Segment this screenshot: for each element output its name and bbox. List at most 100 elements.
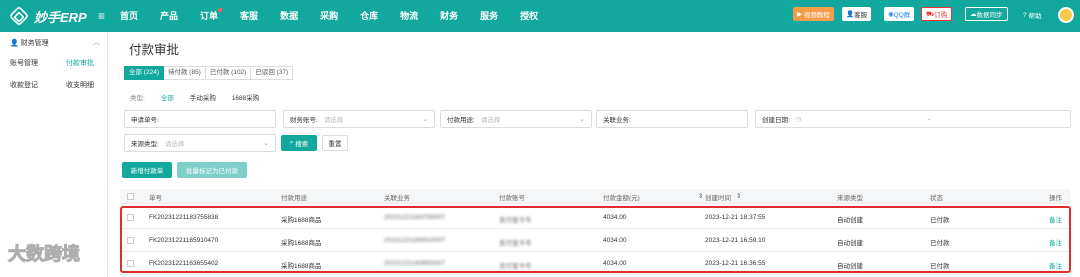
cell-business: 20231221163655007 bbox=[384, 260, 445, 267]
avatar[interactable] bbox=[1058, 7, 1074, 23]
cell-business: 20231221183755007 bbox=[384, 214, 445, 221]
nav-logistics[interactable]: 物流 bbox=[400, 0, 418, 32]
row-checkbox[interactable] bbox=[127, 237, 134, 244]
create-date-range[interactable]: 创建日期: ◷ - bbox=[755, 110, 1071, 128]
source-type-label: 来源类型: bbox=[131, 141, 159, 148]
nav-authorization[interactable]: 授权 bbox=[520, 0, 538, 32]
cell-no: FK20231221183755838 bbox=[149, 214, 219, 221]
related-business-field[interactable]: 关联业务: bbox=[596, 110, 748, 128]
finance-account-select[interactable]: 财务账号: 请选择 ⌄ bbox=[283, 110, 435, 128]
col-amount[interactable]: 付款金额(元) bbox=[603, 192, 640, 202]
cell-status: 已付款 bbox=[930, 263, 950, 270]
col-status: 状态 bbox=[930, 195, 943, 202]
nav-orders[interactable]: 订单 bbox=[200, 0, 223, 32]
cell-time: 2023-12-21 16:59:10 bbox=[705, 237, 766, 244]
cell-amount: 4034.00 bbox=[603, 214, 627, 221]
cell-business: 20231221165910007 bbox=[384, 237, 445, 244]
cell-account: 支付宝卡号 bbox=[499, 263, 532, 270]
tab-paid[interactable]: 已付款 (102) bbox=[205, 66, 252, 80]
user-icon: 👤 bbox=[846, 11, 855, 18]
type-option-all[interactable]: 全部 bbox=[161, 92, 174, 102]
search-icon: ⌕ bbox=[289, 139, 294, 146]
related-business-label: 关联业务: bbox=[603, 117, 631, 124]
nav-data[interactable]: 数据 bbox=[280, 0, 298, 32]
search-button[interactable]: ⌕ 搜索 bbox=[281, 135, 317, 151]
nav-warehouse[interactable]: 仓库 bbox=[360, 0, 378, 32]
col-account: 付款账号 bbox=[499, 195, 525, 202]
table-row: FK20231221163655402 采购1688商品 20231221163… bbox=[120, 253, 1070, 275]
apply-no-field[interactable]: 申请单号: bbox=[124, 110, 276, 128]
qq-group-button[interactable]: ◉ QQ群 bbox=[884, 7, 915, 21]
tab-rejected[interactable]: 已驳回 (37) bbox=[251, 66, 294, 80]
nav-products[interactable]: 产品 bbox=[160, 0, 178, 32]
source-type-placeholder: 请选择 bbox=[164, 141, 185, 148]
cell-amount: 4034.00 bbox=[603, 260, 627, 267]
row-checkbox[interactable] bbox=[127, 214, 134, 221]
nav-service[interactable]: 服务 bbox=[480, 0, 498, 32]
tab-all[interactable]: 全部 (224) bbox=[124, 66, 164, 80]
remark-link[interactable]: 备注 bbox=[1049, 214, 1062, 224]
data-sync-button[interactable]: ☁ 数据同步 bbox=[965, 7, 1008, 21]
nav-purchase[interactable]: 采购 bbox=[320, 0, 338, 32]
select-all-checkbox[interactable] bbox=[127, 193, 134, 200]
sidebar-item-payment-approval[interactable]: 付款审批 bbox=[66, 58, 94, 68]
cell-purpose: 采购1688商品 bbox=[281, 240, 322, 247]
sidebar-item-income-expense[interactable]: 收支明细 bbox=[66, 80, 94, 90]
type-option-manual[interactable]: 手动采购 bbox=[190, 92, 216, 102]
col-source: 来源类型 bbox=[837, 195, 863, 202]
nav-finance[interactable]: 财务 bbox=[440, 0, 458, 32]
row-checkbox[interactable] bbox=[127, 260, 134, 267]
payment-purpose-select[interactable]: 付款用途: 请选择 ⌄ bbox=[440, 110, 592, 128]
help-button[interactable]: ? 帮助 bbox=[1023, 7, 1041, 23]
date-separator: - bbox=[928, 115, 931, 123]
cell-no: FK20231221163655402 bbox=[149, 260, 219, 267]
order-button[interactable]: ⛟ 订购 bbox=[921, 7, 953, 21]
col-business: 关联业务 bbox=[384, 195, 410, 202]
table-row: FK20231221165910470 采购1688商品 20231221165… bbox=[120, 230, 1070, 252]
create-date-label: 创建日期: bbox=[762, 117, 790, 124]
chevron-down-icon: ⌄ bbox=[263, 140, 269, 147]
qq-group-label: QQ群 bbox=[893, 12, 911, 19]
cell-source: 自动创建 bbox=[837, 263, 863, 270]
col-sort-icon[interactable]: ⇕ bbox=[698, 192, 703, 200]
add-payment-button[interactable]: 新增付款单 bbox=[122, 162, 172, 178]
sort-icon[interactable]: ⇕ bbox=[736, 192, 741, 200]
customer-service-button[interactable]: 👤 客服 bbox=[842, 7, 872, 21]
finance-account-label: 财务账号: bbox=[290, 117, 318, 124]
apply-no-label: 申请单号: bbox=[131, 117, 159, 124]
source-type-select[interactable]: 来源类型: 请选择 ⌄ bbox=[124, 134, 276, 152]
logo[interactable]: 妙手ERP bbox=[8, 5, 87, 27]
nav-customer-service[interactable]: 客服 bbox=[240, 0, 258, 32]
col-time[interactable]: 创建时间 bbox=[705, 192, 731, 202]
hamburger-menu-icon[interactable]: ≡ bbox=[98, 9, 105, 23]
col-ops: 操作 bbox=[1049, 195, 1062, 202]
logo-text: 妙手ERP bbox=[34, 9, 87, 25]
sidebar-item-receipt-register[interactable]: 收款登记 bbox=[10, 80, 38, 90]
clock-icon: ◷ bbox=[795, 116, 802, 123]
cell-status: 已付款 bbox=[930, 240, 950, 247]
remark-link[interactable]: 备注 bbox=[1049, 237, 1062, 247]
logo-icon bbox=[8, 5, 30, 27]
cell-purpose: 采购1688商品 bbox=[281, 217, 322, 224]
reset-button[interactable]: 重置 bbox=[322, 135, 348, 151]
customer-service-label: 客服 bbox=[854, 12, 868, 19]
table-header: 单号 付款用途 关联业务 付款账号 付款金额(元) ⇕ 创建时间 ⇕ 来源类型 … bbox=[120, 189, 1070, 204]
search-button-label: 搜索 bbox=[295, 141, 309, 148]
video-tutorial-label: 视频教程 bbox=[803, 12, 830, 19]
sidebar-item-account-management[interactable]: 账号管理 bbox=[10, 58, 38, 68]
batch-mark-paid-button[interactable]: 批量标记为已付款 bbox=[177, 162, 247, 178]
tab-pending[interactable]: 待付款 (85) bbox=[163, 66, 206, 80]
person-icon: 👤 bbox=[10, 40, 19, 47]
video-tutorial-button[interactable]: ▶ 视频教程 bbox=[793, 7, 834, 21]
sidebar-section-finance[interactable]: 👤 财务管理 ︿ bbox=[10, 37, 100, 49]
page-title: 付款审批 bbox=[129, 43, 180, 57]
play-icon: ▶ bbox=[797, 11, 802, 18]
type-filter: 类型: 全部 手动采购 1688采购 bbox=[130, 92, 259, 102]
help-icon: ? bbox=[1023, 11, 1027, 19]
remark-link[interactable]: 备注 bbox=[1049, 260, 1062, 270]
notification-dot bbox=[218, 8, 223, 12]
cell-source: 自动创建 bbox=[837, 240, 863, 247]
type-option-1688[interactable]: 1688采购 bbox=[232, 92, 259, 102]
chevron-down-icon: ⌄ bbox=[579, 116, 585, 123]
nav-home[interactable]: 首页 bbox=[120, 0, 138, 32]
